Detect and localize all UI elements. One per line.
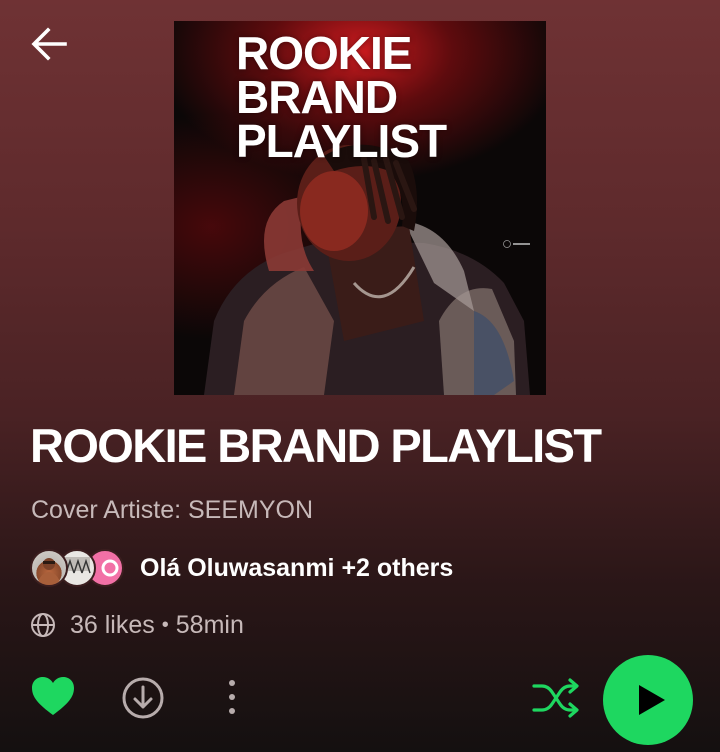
playlist-cover-image: ROOKIE BRAND PLAYLIST — [174, 21, 546, 395]
playlist-title: ROOKIE BRAND PLAYLIST — [30, 419, 602, 472]
owners-text[interactable]: Olá Oluwasanmi +2 others — [140, 554, 453, 583]
cover-title-line: BRAND — [236, 71, 398, 123]
globe-icon — [31, 613, 55, 637]
heart-icon — [32, 677, 74, 715]
playlist-owners[interactable]: Olá Oluwasanmi +2 others — [30, 547, 453, 589]
more-vertical-icon — [229, 680, 235, 714]
shuffle-button[interactable] — [530, 675, 582, 721]
download-button[interactable] — [120, 675, 166, 721]
play-icon — [639, 685, 665, 715]
separator: • — [161, 613, 169, 636]
play-button[interactable] — [603, 655, 693, 745]
download-icon — [122, 677, 164, 719]
like-button[interactable] — [30, 675, 76, 719]
playlist-description: Cover Artiste: SEEMYON — [31, 496, 314, 524]
playlist-meta: 36 likes • 58min — [30, 607, 244, 643]
cover-title-line: PLAYLIST — [236, 115, 447, 167]
cover-title: ROOKIE BRAND PLAYLIST — [236, 27, 447, 167]
owner-avatars — [30, 547, 126, 589]
arrow-left-icon — [31, 27, 67, 61]
cover-title-line: ROOKIE — [236, 27, 412, 79]
playlist-duration: 58min — [175, 610, 244, 639]
back-button[interactable] — [24, 22, 74, 66]
watermark-logo — [503, 240, 530, 248]
shuffle-icon — [532, 678, 579, 718]
more-options-button[interactable] — [218, 675, 246, 721]
likes-count: 36 likes — [70, 610, 155, 639]
avatar — [30, 549, 68, 587]
